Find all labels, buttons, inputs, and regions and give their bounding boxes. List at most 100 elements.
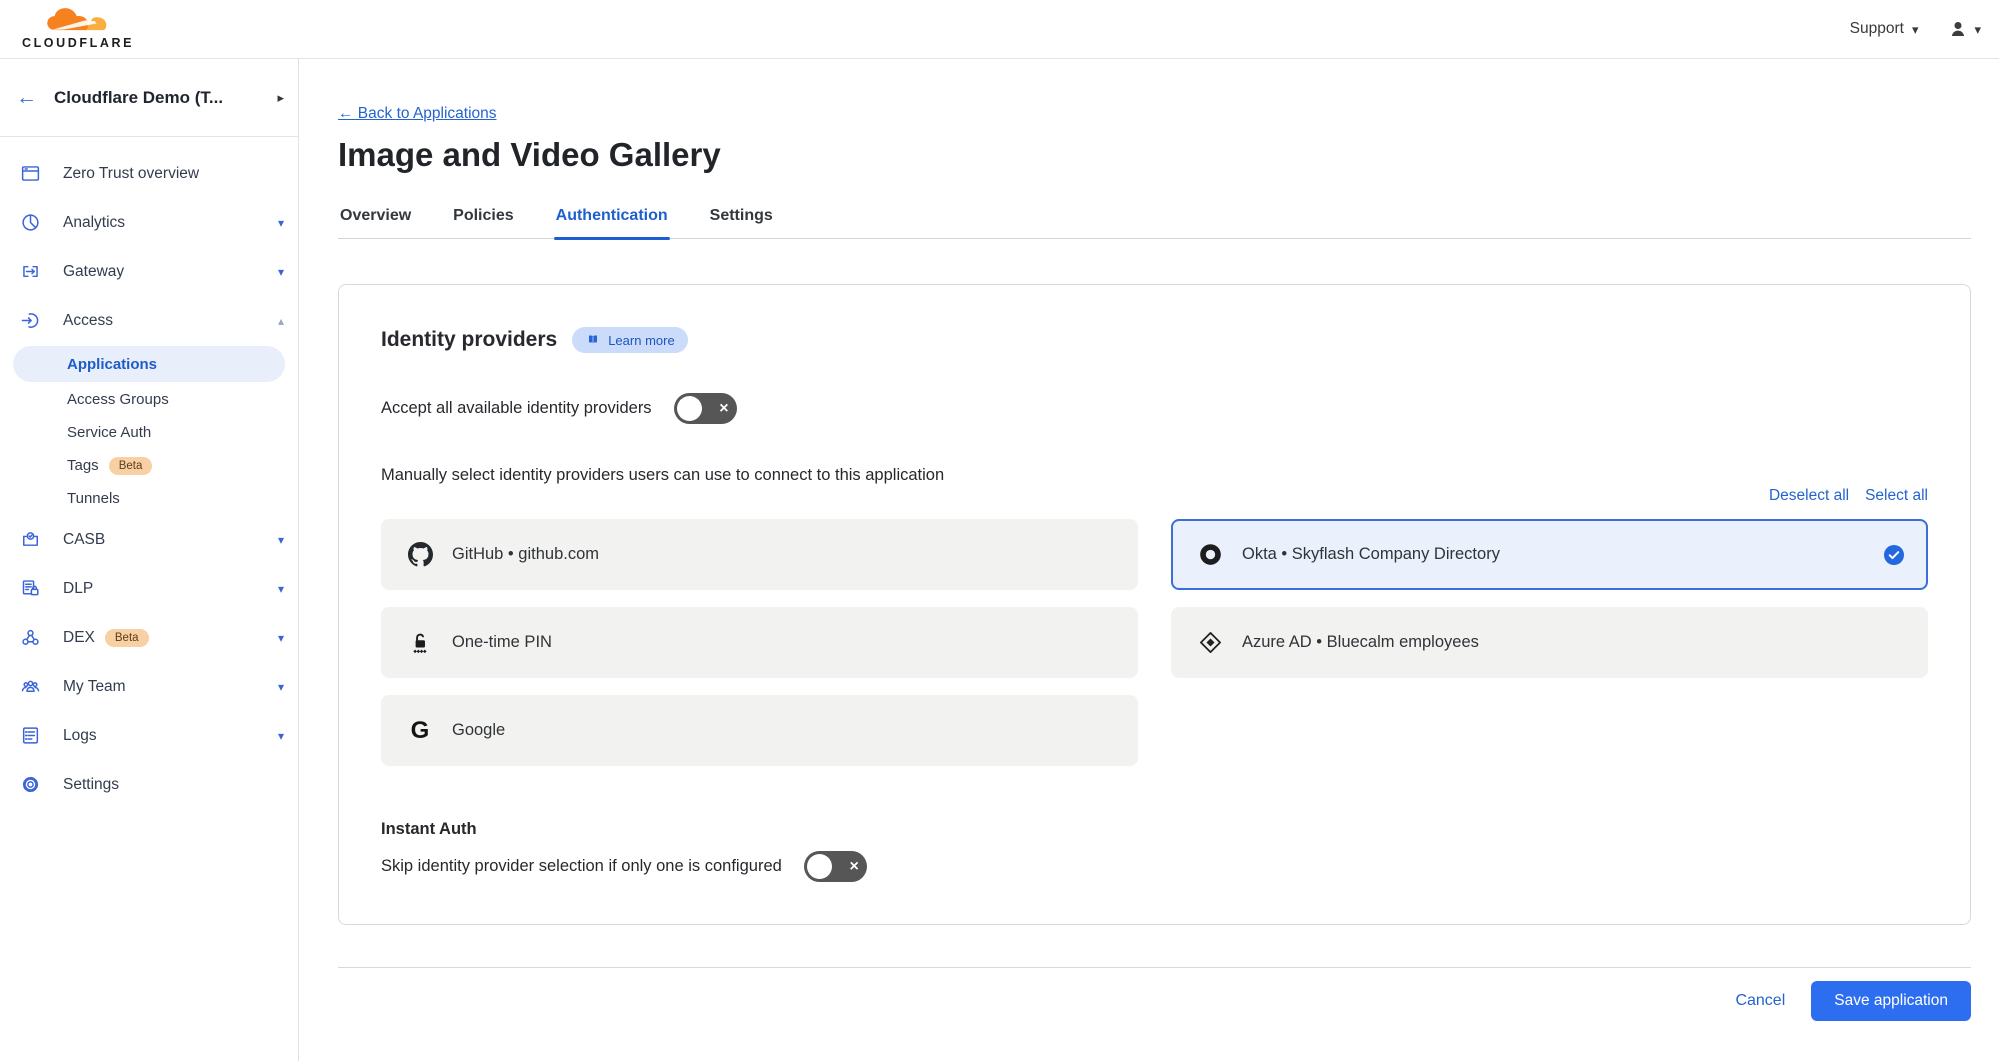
cloudflare-cloud-icon — [46, 8, 110, 35]
book-icon — [585, 332, 601, 348]
provider-card-one-time-pin[interactable]: One-time PIN — [381, 607, 1138, 678]
sidebar-item-zero-trust-overview[interactable]: Zero Trust overview — [0, 149, 298, 198]
chevron-down-icon[interactable]: ▾ — [278, 729, 284, 743]
instant-auth-toggle[interactable]: × — [804, 851, 867, 882]
toggle-off-x-icon: × — [849, 859, 858, 875]
tab-overview[interactable]: Overview — [338, 201, 413, 238]
sidebar-item-label: DEX — [63, 629, 95, 647]
google-icon: G — [407, 718, 433, 744]
accept-all-label: Accept all available identity providers — [381, 399, 652, 418]
sidebar-nav: Zero Trust overview Analytics ▾ Gateway — [0, 137, 298, 809]
instant-auth-heading: Instant Auth — [381, 820, 1928, 839]
sidebar-item-logs[interactable]: Logs ▾ — [0, 711, 298, 760]
sidebar-item-label: Analytics — [63, 214, 125, 232]
topbar-actions: Support ▾ ▾ — [1850, 19, 1981, 39]
azure-ad-icon — [1197, 630, 1223, 656]
account-switcher: ← Cloudflare Demo (T... ▸ — [0, 59, 298, 137]
cancel-button[interactable]: Cancel — [1735, 992, 1785, 1010]
cloudflare-logo[interactable]: CLOUDFLARE — [14, 8, 142, 50]
sidebar-subitem-label: Applications — [67, 356, 157, 373]
sidebar-item-analytics[interactable]: Analytics ▾ — [0, 198, 298, 247]
panel-header: Identity providers Learn more — [381, 327, 1928, 353]
sidebar-item-label: Logs — [63, 727, 97, 745]
provider-name: GitHub • github.com — [452, 545, 599, 564]
sidebar-item-gateway[interactable]: Gateway ▾ — [0, 247, 298, 296]
chevron-down-icon[interactable]: ▾ — [278, 216, 284, 230]
top-bar: CLOUDFLARE Support ▾ ▾ — [0, 0, 1999, 59]
beta-badge: Beta — [109, 457, 153, 475]
provider-name: Azure AD • Bluecalm employees — [1242, 633, 1479, 652]
provider-card-github[interactable]: GitHub • github.com — [381, 519, 1138, 590]
chevron-down-icon[interactable]: ▾ — [278, 265, 284, 279]
sidebar-item-settings[interactable]: Settings — [0, 760, 298, 809]
sidebar-item-service-auth[interactable]: Service Auth — [0, 416, 298, 449]
dlp-icon — [19, 578, 41, 600]
sidebar-item-label: CASB — [63, 531, 105, 549]
learn-more-label: Learn more — [608, 333, 674, 348]
sidebar-item-access-groups[interactable]: Access Groups — [0, 383, 298, 416]
sidebar-item-my-team[interactable]: My Team ▾ — [0, 662, 298, 711]
sidebar-item-dlp[interactable]: DLP ▾ — [0, 564, 298, 613]
tab-authentication[interactable]: Authentication — [554, 201, 670, 238]
learn-more-badge[interactable]: Learn more — [572, 327, 687, 353]
logs-icon — [19, 725, 41, 747]
team-icon — [19, 676, 41, 698]
provider-card-azure-ad[interactable]: Azure AD • Bluecalm employees — [1171, 607, 1928, 678]
access-subnav: Applications Access Groups Service Auth … — [0, 346, 298, 515]
sidebar-subitem-label: Service Auth — [67, 424, 151, 441]
user-caret-icon: ▾ — [1974, 23, 1981, 36]
support-label: Support — [1850, 20, 1904, 38]
sidebar-item-label: Gateway — [63, 263, 124, 281]
chevron-down-icon[interactable]: ▾ — [278, 582, 284, 596]
cloudflare-wordmark: CLOUDFLARE — [22, 36, 134, 50]
page-title: Image and Video Gallery — [338, 136, 1971, 174]
sidebar-item-access[interactable]: Access ▴ — [0, 296, 298, 345]
tab-settings[interactable]: Settings — [708, 201, 775, 238]
deselect-all-link[interactable]: Deselect all — [1769, 487, 1849, 505]
provider-name: One-time PIN — [452, 633, 552, 652]
gear-icon — [19, 774, 41, 796]
gateway-icon — [19, 261, 41, 283]
one-time-pin-icon — [407, 630, 433, 656]
sidebar-item-dex[interactable]: DEX Beta ▾ — [0, 613, 298, 662]
tab-policies[interactable]: Policies — [451, 201, 515, 238]
account-caret-icon[interactable]: ▸ — [277, 90, 284, 106]
sidebar-subitem-label: Tunnels — [67, 490, 120, 507]
select-all-link[interactable]: Select all — [1865, 487, 1928, 505]
sidebar-item-casb[interactable]: CASB ▾ — [0, 515, 298, 564]
chevron-down-icon[interactable]: ▾ — [278, 631, 284, 645]
user-menu[interactable]: ▾ — [1948, 19, 1981, 39]
provider-card-google[interactable]: G Google — [381, 695, 1138, 766]
overview-icon — [19, 163, 41, 185]
provider-name: Okta • Skyflash Company Directory — [1242, 545, 1500, 564]
account-name[interactable]: Cloudflare Demo (T... — [54, 88, 277, 108]
okta-icon — [1197, 542, 1223, 568]
sidebar-item-tunnels[interactable]: Tunnels — [0, 482, 298, 515]
sidebar-item-label: Settings — [63, 776, 119, 794]
sidebar-item-tags[interactable]: Tags Beta — [0, 449, 298, 482]
accept-all-toggle[interactable]: × — [674, 393, 737, 424]
chevron-up-icon[interactable]: ▴ — [278, 314, 284, 328]
beta-badge: Beta — [105, 629, 149, 647]
support-menu[interactable]: Support ▾ — [1850, 20, 1919, 38]
back-arrow-icon[interactable]: ← — [16, 86, 37, 110]
casb-icon — [19, 529, 41, 551]
provider-card-okta[interactable]: Okta • Skyflash Company Directory — [1171, 519, 1928, 590]
sidebar-item-label: Access — [63, 312, 113, 330]
tab-bar: Overview Policies Authentication Setting… — [338, 201, 1971, 239]
sidebar-item-label: My Team — [63, 678, 126, 696]
toggle-knob — [807, 854, 832, 879]
save-application-button[interactable]: Save application — [1811, 981, 1971, 1021]
toggle-off-x-icon: × — [719, 401, 728, 417]
toggle-knob — [677, 396, 702, 421]
sidebar-item-label: DLP — [63, 580, 93, 598]
identity-providers-panel: Identity providers Learn more Accept all… — [338, 284, 1971, 925]
back-to-applications-link[interactable]: ← Back to Applications — [338, 105, 497, 123]
chevron-down-icon[interactable]: ▾ — [278, 680, 284, 694]
form-footer: Cancel Save application — [338, 967, 1971, 1021]
sidebar-subitem-label: Access Groups — [67, 391, 169, 408]
sidebar-item-applications[interactable]: Applications — [13, 346, 285, 382]
chevron-down-icon[interactable]: ▾ — [278, 533, 284, 547]
sidebar-subitem-label: Tags — [67, 457, 99, 474]
instant-auth-row: Skip identity provider selection if only… — [381, 851, 1928, 882]
